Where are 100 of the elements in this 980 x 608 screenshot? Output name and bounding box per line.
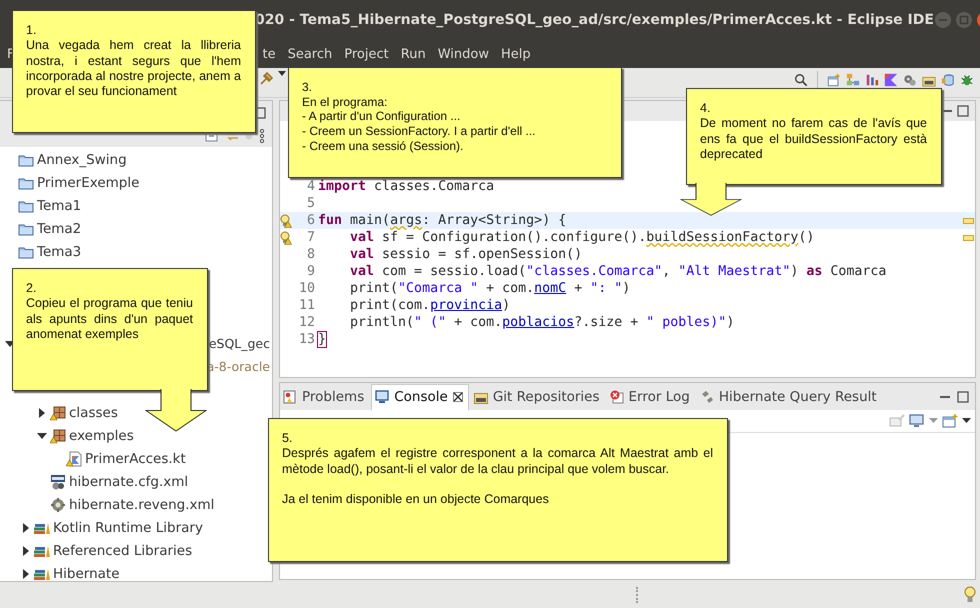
code-text: classes.Comarca: [373, 179, 494, 194]
view-tab[interactable]: Problems: [280, 384, 370, 409]
view-tab[interactable]: Console: [371, 384, 469, 410]
menu-item[interactable]: Run: [400, 46, 426, 62]
code-field[interactable]: nomC: [534, 281, 566, 296]
caret-icon[interactable]: [278, 71, 286, 77]
code-text: ): [502, 298, 510, 313]
code-field[interactable]: provincia: [430, 298, 502, 313]
code-text: + com.: [453, 315, 502, 330]
menu-item[interactable]: Window: [438, 46, 489, 62]
line-number: 7: [306, 230, 315, 245]
line-number: 12: [298, 315, 315, 330]
nodes-icon[interactable]: [846, 73, 860, 87]
menu-item[interactable]: Project: [344, 46, 389, 62]
lightbulb-icon[interactable]: [964, 586, 976, 604]
tree-item[interactable]: PrimerExemple: [37, 174, 140, 190]
kotlin-icon[interactable]: [884, 73, 898, 87]
xml-file-icon: [50, 474, 66, 490]
window-title: 020 - Tema5_Hibernate_PostgreSQL_geo_ad/src/exemples/PrimerAcces.kt - Eclipse IDE: [255, 12, 934, 28]
bug-icon[interactable]: [960, 73, 974, 87]
new-console-icon[interactable]: [942, 414, 958, 428]
line-number: 4: [306, 179, 315, 194]
bars-icon[interactable]: [865, 73, 879, 87]
warning-bulb-icon[interactable]: [280, 214, 292, 228]
menu-item[interactable]: te: [262, 46, 276, 62]
note-number: 4.: [700, 101, 712, 116]
menu-item[interactable]: Help: [500, 46, 531, 62]
dot-icon: [245, 132, 253, 140]
code-text: ): [790, 264, 800, 279]
code-text: Comarca: [829, 264, 886, 279]
tree-item[interactable]: Tema1: [37, 198, 82, 214]
menu-item[interactable]: Search: [288, 46, 332, 62]
warning-bulb-icon[interactable]: [280, 230, 292, 244]
code-text: ): [726, 315, 734, 330]
collapse-arrow-icon[interactable]: [21, 568, 31, 578]
code-text: (): [798, 230, 814, 245]
view-tab[interactable]: Hibernate Query Result: [696, 384, 882, 409]
folder-icon: [18, 244, 34, 258]
gears-icon[interactable]: [903, 73, 917, 87]
tree-item[interactable]: classes: [69, 404, 118, 420]
code-text: print(com.: [350, 298, 430, 313]
code-text: +: [573, 281, 584, 296]
code-string: " pobles)": [646, 315, 726, 330]
tree-item[interactable]: Tema2: [37, 220, 82, 236]
problems-icon: [283, 390, 297, 404]
database-icon[interactable]: [941, 73, 955, 87]
gears-icon: [50, 496, 66, 512]
note-number: 2.: [26, 281, 38, 296]
line-number: 13: [298, 332, 315, 347]
code-text: sf = Configuration().configure().: [381, 230, 646, 245]
code-warning-text: args: [390, 213, 422, 228]
tree-item[interactable]: Hibernate: [53, 566, 120, 581]
warning-marker[interactable]: [962, 218, 974, 224]
collapse-arrow-icon[interactable]: [37, 408, 47, 418]
view-tab[interactable]: Error Log: [606, 384, 695, 409]
code-keyword: val: [350, 247, 374, 262]
expand-arrow-icon[interactable]: [37, 430, 47, 440]
code-string: "Alt Maestrat": [678, 264, 790, 279]
tree-item[interactable]: hibernate.cfg.xml: [69, 474, 188, 490]
view-menu-icon[interactable]: [259, 129, 265, 143]
line-number: 5: [306, 196, 315, 211]
caret-icon[interactable]: [962, 418, 971, 424]
note-text: - A partir d'un Configuration ...: [302, 109, 462, 124]
error-icon: [610, 390, 624, 404]
view-tab[interactable]: Git Repositories: [470, 384, 605, 409]
monitor-icon[interactable]: [909, 414, 925, 428]
window-plus-icon[interactable]: [827, 73, 841, 87]
tree-item[interactable]: eSQL_gec: [208, 336, 272, 351]
code-text: sessio = sf.openSession(): [381, 247, 582, 262]
code-text: print(: [350, 281, 398, 296]
code-text: println(: [350, 315, 414, 330]
tree-item[interactable]: Tema3: [37, 244, 82, 260]
maximize-icon[interactable]: [957, 105, 969, 117]
note-text: Una vegada hem creat la llibreria nostra, i estant segurs que l'hem incorporada al nostre projecte, anem a provar el seu funcionament: [26, 38, 241, 100]
code-text: com = sessio.load(: [381, 264, 526, 279]
note-text: Després agafem el registre corresponent a la comarca Alt Maestrat amb el mètode load(), posant-li el valor de la clau principal que volem buscar.: [282, 446, 713, 477]
code-text: ): [622, 281, 630, 296]
warning-marker[interactable]: [962, 234, 974, 240]
maximize-icon[interactable]: [957, 390, 969, 402]
tree-item[interactable]: exemples: [69, 428, 134, 444]
tree-item[interactable]: Kotlin Runtime Library: [53, 520, 203, 536]
folder-icon: [18, 152, 34, 166]
close-icon[interactable]: [452, 392, 463, 402]
tree-item[interactable]: Referenced Libraries: [53, 542, 192, 558]
tree-item[interactable]: Annex_Swing: [37, 152, 127, 168]
collapse-arrow-icon[interactable]: [21, 546, 31, 556]
code-keyword: val: [350, 230, 374, 245]
code-text: ?.size +: [574, 315, 640, 330]
note-text: De moment no farem cas de l'avís que ens fa que el buildSessionFactory està deprecated: [700, 116, 927, 162]
monitor-icon: [375, 390, 390, 404]
code-text: ,: [662, 264, 672, 279]
line-number: 8: [306, 247, 315, 262]
code-field[interactable]: poblacios: [502, 315, 574, 330]
tree-item[interactable]: hibernate.reveng.xml: [69, 496, 214, 512]
collapse-arrow-icon[interactable]: [21, 522, 31, 532]
line-number: 9: [306, 264, 315, 279]
search-icon[interactable]: [794, 73, 808, 87]
tree-item[interactable]: PrimerAcces.kt: [85, 450, 186, 466]
code-warning-text: buildSessionFactory: [646, 230, 798, 245]
note-text: En el programa:: [302, 94, 388, 110]
